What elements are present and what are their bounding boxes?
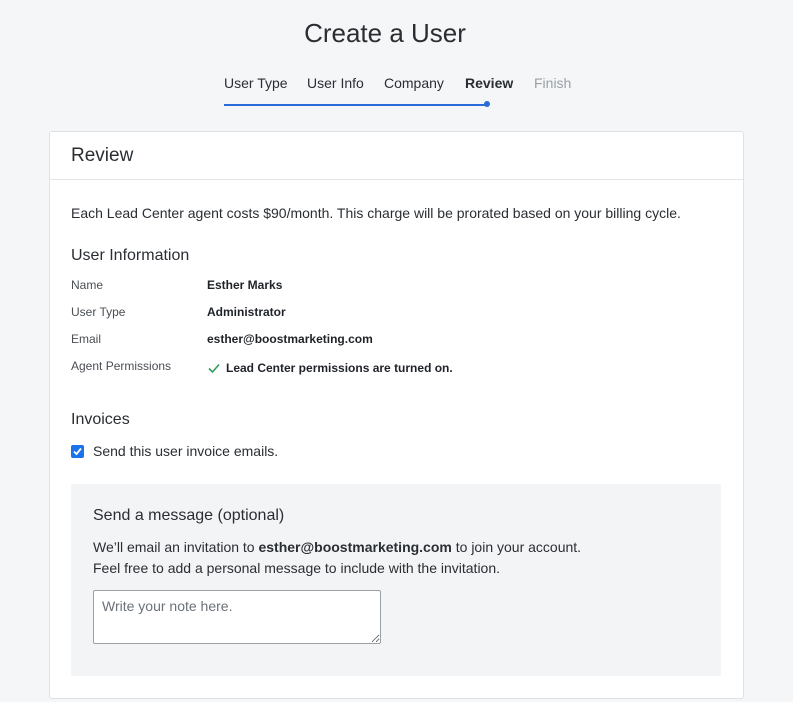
billing-notice: Each Lead Center agent costs $90/month. …	[71, 205, 681, 221]
review-card: Review Each Lead Center agent costs $90/…	[49, 131, 744, 699]
page-title: Create a User	[304, 18, 466, 48]
personal-note-input[interactable]	[93, 590, 381, 644]
stepper-progress-dot	[484, 101, 490, 107]
step-user-type[interactable]: User Type	[224, 75, 288, 91]
step-user-info[interactable]: User Info	[307, 75, 364, 91]
message-invite-email: esther@boostmarketing.com	[258, 539, 452, 555]
email-label: Email	[71, 332, 102, 346]
agent-permissions-label: Agent Permissions	[71, 359, 172, 373]
step-company[interactable]: Company	[384, 75, 444, 91]
invoice-emails-checkbox[interactable]	[71, 444, 84, 458]
step-finish: Finish	[534, 75, 572, 91]
user-type-label: User Type	[71, 305, 126, 319]
message-title: Send a message (optional)	[93, 507, 285, 524]
check-icon	[207, 362, 221, 374]
invoices-title: Invoices	[71, 411, 130, 428]
message-panel: Send a message (optional) We’ll email an…	[71, 484, 721, 676]
review-card-title: Review	[50, 132, 743, 180]
message-invite-prefix: We’ll email an invitation to	[93, 539, 259, 555]
agent-permissions-text: Lead Center permissions are turned on.	[226, 361, 453, 375]
user-information-title: User Information	[71, 247, 190, 264]
name-value: Esther Marks	[207, 278, 283, 292]
invoice-emails-label[interactable]: Send this user invoice emails.	[93, 443, 278, 459]
agent-permissions-value: Lead Center permissions are turned on.	[207, 361, 453, 375]
stepper-progress-line	[224, 104, 487, 106]
invoice-emails-row[interactable]: Send this user invoice emails.	[71, 443, 278, 459]
message-instruction-line: Feel free to add a personal message to i…	[93, 560, 501, 576]
name-label: Name	[71, 278, 104, 292]
message-invite-line: We’ll email an invitation to esther@boos…	[93, 539, 581, 555]
message-invite-suffix: to join your account.	[451, 539, 582, 555]
user-type-value: Administrator	[207, 305, 286, 319]
email-value: esther@boostmarketing.com	[207, 332, 373, 346]
step-review[interactable]: Review	[465, 75, 513, 91]
